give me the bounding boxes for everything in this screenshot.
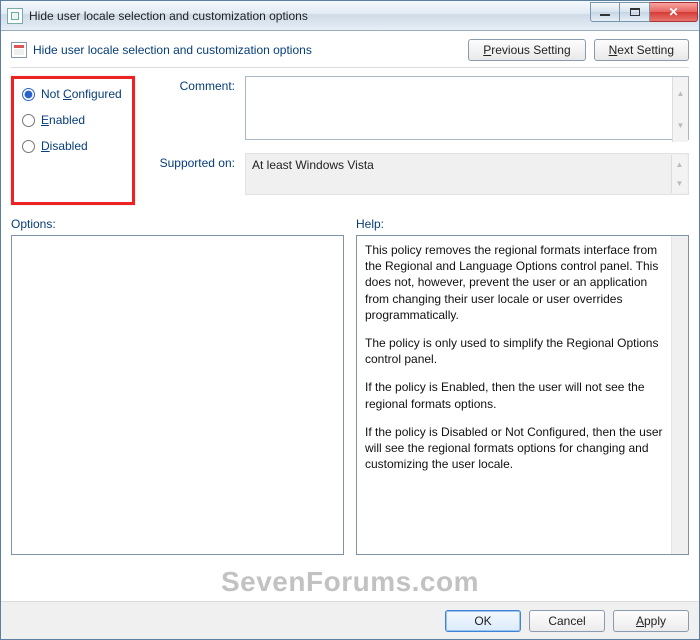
state-radio-1[interactable]: Enabled [22,113,124,127]
supported-scroll: ▲▼ [671,155,687,193]
close-button[interactable]: ✕ [650,2,698,22]
help-scrollbar[interactable] [671,236,688,554]
divider [11,67,689,68]
supported-on-value: At least Windows Vista ▲▼ [245,153,689,195]
header-row: Hide user locale selection and customiza… [11,39,689,61]
help-paragraph: This policy removes the regional formats… [365,242,668,323]
minimize-button[interactable] [590,2,620,22]
apply-button[interactable]: Apply [613,610,689,632]
supported-on-text: At least Windows Vista [252,158,374,172]
window-title: Hide user locale selection and customiza… [29,9,590,23]
policy-title: Hide user locale selection and customiza… [33,43,460,57]
close-icon: ✕ [668,5,678,19]
help-label: Help: [356,217,689,231]
dialog-button-bar: OK Cancel Apply [1,601,699,639]
supported-on-label: Supported on: [155,153,245,195]
options-panel [11,235,344,555]
maximize-button[interactable] [620,2,650,22]
window-controls: ✕ [590,2,698,22]
comment-label: Comment: [155,76,245,143]
comment-textarea[interactable] [245,76,689,140]
app-icon [7,8,23,24]
help-paragraph: If the policy is Enabled, then the user … [365,379,668,411]
state-radio-label-2: Disabled [41,139,88,153]
state-radio-input-0[interactable] [22,88,35,101]
cancel-button[interactable]: Cancel [529,610,605,632]
ok-button[interactable]: OK [445,610,521,632]
watermark: SevenForums.com [0,566,700,598]
comment-scroll: ▲▼ [672,77,688,142]
state-radio-input-2[interactable] [22,140,35,153]
state-radio-label-1: Enabled [41,113,85,127]
help-panel: This policy removes the regional formats… [356,235,689,555]
previous-setting-button[interactable]: Previous Setting [468,39,585,61]
state-radio-group: Not Configured Enabled Disabled [11,76,135,205]
help-paragraph: If the policy is Disabled or Not Configu… [365,424,668,473]
minimize-icon [600,14,610,16]
state-radio-input-1[interactable] [22,114,35,127]
help-paragraph: The policy is only used to simplify the … [365,335,668,367]
policy-icon [11,42,27,58]
state-radio-2[interactable]: Disabled [22,139,124,153]
title-bar: Hide user locale selection and customiza… [1,1,699,31]
options-label: Options: [11,217,344,231]
next-setting-button[interactable]: Next Setting [594,39,689,61]
state-radio-0[interactable]: Not Configured [22,87,124,101]
maximize-icon [630,8,640,16]
state-radio-label-0: Not Configured [41,87,122,101]
